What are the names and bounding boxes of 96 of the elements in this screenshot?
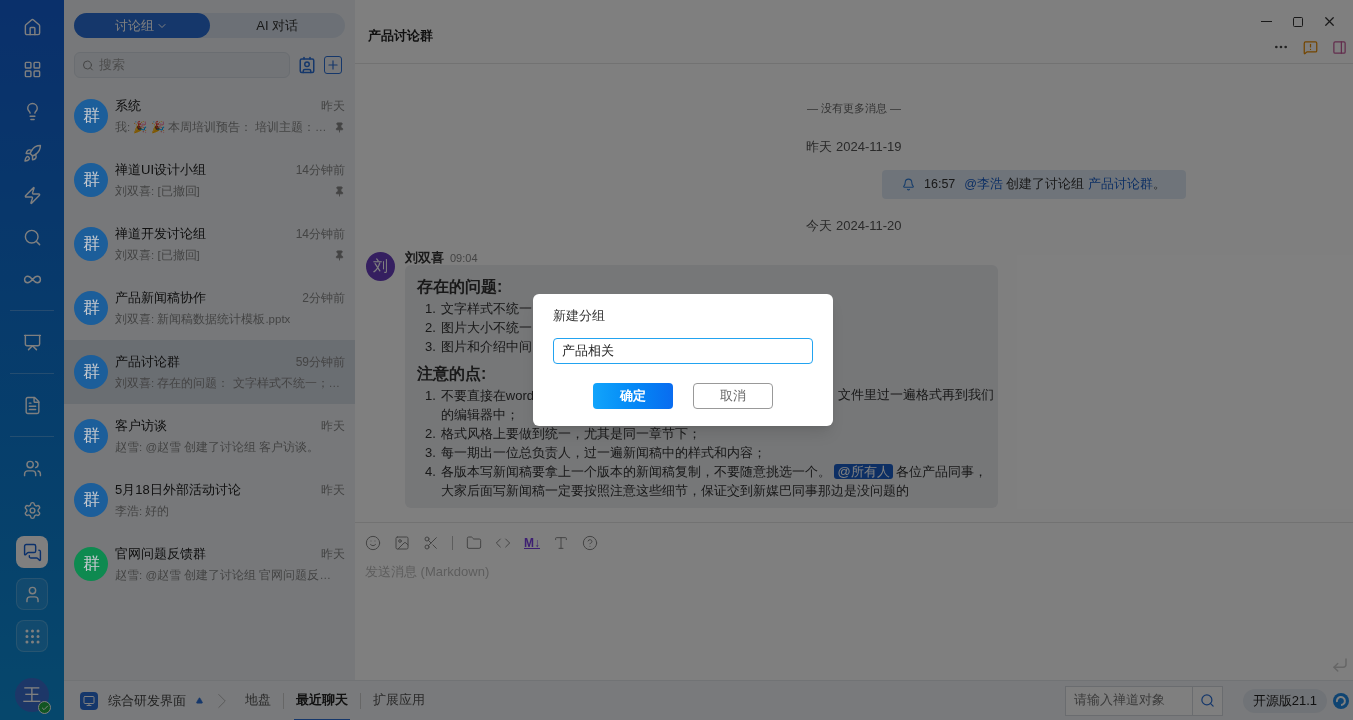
presentation-icon <box>22 332 42 352</box>
text-format-button[interactable] <box>553 534 569 551</box>
confirm-button[interactable]: 确定 <box>593 382 673 409</box>
list-number: 3. <box>425 337 436 356</box>
maximize-icon <box>1292 15 1304 28</box>
maximize-button[interactable] <box>1292 14 1304 29</box>
group-avatar: 群 <box>74 227 108 261</box>
image-icon <box>394 534 410 551</box>
chat-name: 官网问题反馈群 <box>115 545 206 564</box>
list-number: 4. <box>425 462 436 481</box>
chat-name: 5月18日外部活动讨论 <box>115 481 241 500</box>
search-icon <box>22 227 42 247</box>
tab[interactable]: 讨论组 <box>74 13 210 38</box>
group-avatar: 群 <box>74 355 108 389</box>
group-avatar: 群 <box>74 99 108 133</box>
version-badge: 开源版21.1 <box>1242 688 1327 713</box>
help-button[interactable] <box>582 534 598 551</box>
group-avatar: 群 <box>74 483 108 517</box>
tab[interactable]: AI 对话 <box>209 13 345 38</box>
list-number: 1. <box>425 386 436 405</box>
chat-name: 禅道开发讨论组 <box>115 225 206 244</box>
message-heading: 注意的点: <box>417 363 487 384</box>
close-icon <box>1322 14 1337 29</box>
group-link[interactable]: 产品讨论群 <box>1087 177 1153 192</box>
scissors-button[interactable] <box>423 534 439 551</box>
search-icon <box>1199 693 1215 708</box>
text-format-icon <box>553 534 569 551</box>
chat-icon <box>22 542 42 562</box>
side-panel-icon <box>1332 39 1347 55</box>
chat-name: 产品新闻稿协作 <box>115 289 206 308</box>
list-text: 图片和介绍中间 <box>440 337 532 356</box>
enter-icon <box>1331 656 1349 674</box>
list-text: 的编辑器中； <box>440 405 519 424</box>
group-avatar: 群 <box>74 291 108 325</box>
grid-icon <box>22 59 42 79</box>
close-button[interactable] <box>1322 14 1337 29</box>
chat-title: 产品讨论群 <box>368 27 433 45</box>
mention-link[interactable]: @所有人 <box>834 463 893 479</box>
mode-toggle[interactable]: M↓ <box>524 533 540 552</box>
sender-avatar: 刘 <box>366 251 395 281</box>
chat-button[interactable] <box>16 536 48 568</box>
chat-name: 客户访谈 <box>115 417 167 436</box>
folder-button[interactable] <box>466 534 482 551</box>
object-search-input[interactable]: 请输入禅道对象 <box>1065 691 1192 710</box>
side-panel-button[interactable] <box>1332 39 1347 55</box>
folder-icon <box>466 534 482 551</box>
bell-icon <box>902 178 915 191</box>
swirl-logo-icon <box>1333 692 1349 709</box>
caret-up-icon <box>196 697 203 704</box>
add-button[interactable] <box>324 56 342 74</box>
message-heading: 存在的问题: <box>417 276 503 297</box>
minimize-icon <box>1261 20 1272 23</box>
chat-name: 系统 <box>115 97 141 116</box>
list-number: 1. <box>425 299 436 318</box>
date-divider: 昨天 2024-11-19 <box>806 137 902 156</box>
scissors-icon <box>423 534 439 551</box>
list-text: 不要直接在word <box>440 386 535 405</box>
bottom-tab[interactable]: 地盘 <box>243 680 273 720</box>
mention-link[interactable]: @李浩 <box>964 177 1003 192</box>
zap-icon <box>22 185 42 205</box>
help-icon <box>582 534 598 551</box>
rocket-icon <box>22 143 42 163</box>
contact-icon <box>298 56 316 74</box>
search-icon <box>82 58 94 72</box>
chat-name: 产品讨论群 <box>115 353 180 372</box>
notice-time: 16:57 <box>924 176 956 194</box>
message-time: 09:04 <box>450 250 478 266</box>
bottom-tab[interactable]: 扩展应用 <box>371 680 427 720</box>
contacts-button[interactable] <box>298 56 316 74</box>
group-avatar: 群 <box>74 419 108 453</box>
users-icon <box>22 458 42 478</box>
user-avatar[interactable]: 王 <box>15 678 49 712</box>
date-divider: 今天 2024-11-20 <box>806 217 902 235</box>
document-icon <box>22 395 42 415</box>
sender-name: 刘双喜 <box>405 248 444 267</box>
bottom-tab[interactable]: 最近聊天 <box>294 680 350 720</box>
workspace-selector[interactable]: 综合研发界面 <box>108 690 186 711</box>
group-name-input[interactable]: 产品相关 <box>553 337 813 364</box>
home-icon <box>22 17 42 37</box>
notice-text: @李浩 创建了讨论组 产品讨论群。 <box>964 176 1166 194</box>
image-button[interactable] <box>394 534 410 551</box>
smile-button[interactable] <box>365 534 381 551</box>
chat-name: 禅道UI设计小组 <box>115 161 206 180</box>
no-more-messages: — 没有更多消息 — <box>806 101 902 116</box>
plus-icon <box>326 58 340 72</box>
cancel-button[interactable]: 取消 <box>693 382 773 409</box>
list-number: 3. <box>425 443 436 462</box>
list-number: 2. <box>425 318 436 337</box>
group-avatar: 群 <box>74 163 108 197</box>
settings-icon <box>22 500 42 520</box>
group-avatar: 群 <box>74 547 108 581</box>
object-search-field[interactable]: 请输入禅道对象 <box>1064 685 1223 716</box>
smile-icon <box>365 534 381 551</box>
list-number: 2. <box>425 424 436 443</box>
dialog-title: 新建分组 <box>553 307 606 325</box>
dots-grid-icon <box>22 626 42 646</box>
